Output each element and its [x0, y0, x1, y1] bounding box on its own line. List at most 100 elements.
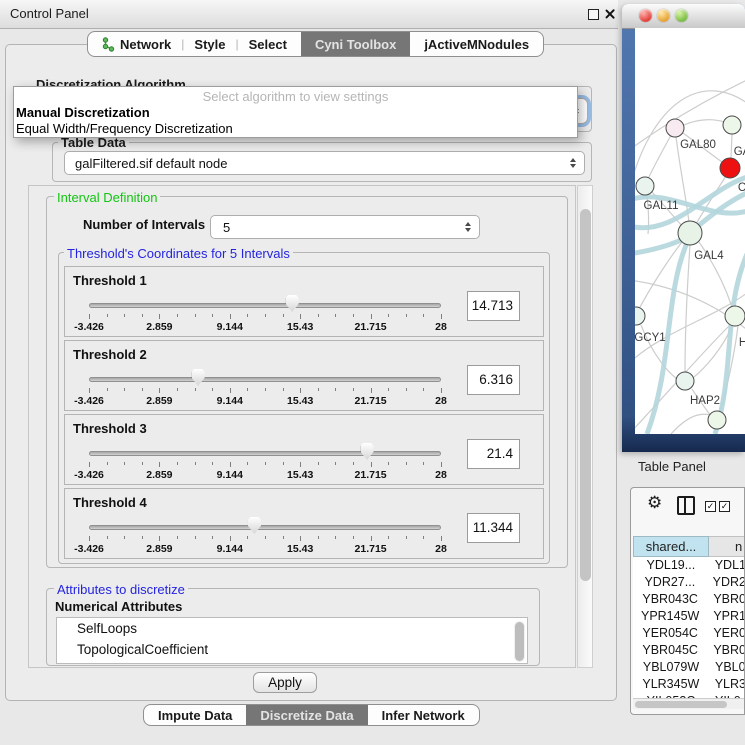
- close-icon[interactable]: [604, 8, 616, 20]
- tick-mark: [159, 462, 160, 467]
- tab-jactivemnodules[interactable]: jActiveMNodules: [410, 32, 543, 56]
- tick-mark: [388, 536, 389, 539]
- tick-mark: [371, 536, 372, 541]
- split-columns-icon[interactable]: [677, 496, 695, 515]
- minimize-traffic-light-icon[interactable]: [657, 9, 670, 22]
- apply-button[interactable]: Apply: [253, 672, 317, 693]
- threshold-value-field[interactable]: 11.344: [467, 513, 520, 543]
- network-node-hap2[interactable]: [676, 372, 694, 390]
- close-traffic-light-icon[interactable]: [639, 9, 652, 22]
- list-item[interactable]: BetweennessCentrality: [57, 660, 527, 664]
- tick-mark: [230, 388, 231, 393]
- table-panel-container: ⚙ ✓ ✓ shared... n YDL19...YDL1YDR27...YD…: [630, 487, 745, 715]
- network-view[interactable]: GAL80GACGAL11GAL4GCY1HHAP2: [635, 28, 745, 434]
- list-scrollbar[interactable]: [514, 621, 525, 662]
- tick-mark: [388, 388, 389, 391]
- numerical-attributes-list[interactable]: SelfLoopsTopologicalCoefficientBetweenne…: [56, 617, 528, 664]
- vertical-scrollbar[interactable]: [577, 185, 593, 668]
- tick-mark: [107, 388, 108, 391]
- tick-mark: [89, 462, 90, 467]
- threshold-value-field[interactable]: 21.4: [467, 439, 520, 469]
- checkbox-icon[interactable]: ✓: [705, 501, 716, 512]
- table-row[interactable]: YPR145WYPR1: [633, 608, 745, 625]
- scrollbar-thumb[interactable]: [635, 701, 727, 708]
- column-header-shared-name[interactable]: shared...: [633, 536, 709, 557]
- tick-mark: [318, 314, 319, 317]
- tab-impute-data[interactable]: Impute Data: [144, 705, 246, 725]
- cell-shared-name: YER054C: [633, 625, 707, 642]
- network-edge: [731, 134, 732, 158]
- tick-mark: [406, 462, 407, 465]
- network-node-gal4[interactable]: [678, 221, 702, 245]
- tick-mark: [177, 388, 178, 391]
- slider-thumb[interactable]: [192, 369, 205, 386]
- tab-network[interactable]: Network: [88, 32, 185, 56]
- network-node[interactable]: [708, 411, 726, 429]
- column-header-name[interactable]: n: [709, 536, 745, 557]
- tab-infer-network[interactable]: Infer Network: [368, 705, 479, 725]
- tick-mark: [230, 462, 231, 467]
- table-row[interactable]: YBL079WYBL0: [633, 659, 745, 676]
- tick-mark: [441, 536, 442, 541]
- network-node-gal11[interactable]: [636, 177, 654, 195]
- tick-mark: [318, 388, 319, 391]
- table-row[interactable]: YDR27...YDR2: [633, 574, 745, 591]
- tick-mark: [265, 314, 266, 317]
- tick-mark: [441, 314, 442, 319]
- tab-cyni-toolbox[interactable]: Cyni Toolbox: [301, 32, 410, 56]
- network-node-c[interactable]: [720, 158, 740, 178]
- float-panel-icon[interactable]: [588, 9, 599, 20]
- slider-track[interactable]: [89, 377, 441, 382]
- table-row[interactable]: YLR345WYLR3: [633, 676, 745, 693]
- slider-track[interactable]: [89, 303, 441, 308]
- dropdown-option[interactable]: Equal Width/Frequency Discretization: [14, 121, 577, 137]
- tick-mark: [283, 314, 284, 317]
- tick-mark: [265, 536, 266, 539]
- network-node-ga[interactable]: [723, 116, 741, 134]
- table-row[interactable]: YDL19...YDL1: [633, 557, 745, 574]
- scrollbar-thumb[interactable]: [515, 622, 524, 661]
- tab-label: Cyni Toolbox: [315, 37, 396, 52]
- slider-track[interactable]: [89, 451, 441, 456]
- horizontal-scrollbar[interactable]: [633, 698, 745, 709]
- network-node-gcy1[interactable]: [635, 307, 645, 325]
- tab-discretize-data[interactable]: Discretize Data: [246, 705, 367, 725]
- tick-mark: [247, 314, 248, 317]
- tab-style[interactable]: Style: [180, 32, 239, 56]
- slider-thumb[interactable]: [361, 443, 374, 460]
- network-node-gal80[interactable]: [666, 119, 684, 137]
- dropdown-option[interactable]: Manual Discretization: [14, 105, 577, 121]
- zoom-traffic-light-icon[interactable]: [675, 9, 688, 22]
- tick-mark: [371, 314, 372, 319]
- number-of-intervals-spinner[interactable]: 5: [210, 215, 480, 239]
- network-node-h[interactable]: [725, 306, 745, 326]
- tick-mark: [335, 462, 336, 465]
- list-item[interactable]: TopologicalCoefficient: [57, 639, 527, 660]
- tick-mark: [283, 388, 284, 391]
- tab-select[interactable]: Select: [235, 32, 301, 56]
- tick-mark: [371, 388, 372, 393]
- tick-mark: [89, 314, 90, 319]
- node-label: HAP2: [690, 395, 720, 407]
- tick-mark: [388, 314, 389, 317]
- slider-thumb[interactable]: [286, 295, 299, 312]
- tick-mark: [124, 388, 125, 391]
- checkbox-icon[interactable]: ✓: [719, 501, 730, 512]
- threshold-value-field[interactable]: 6.316: [467, 365, 520, 395]
- table-data-combobox[interactable]: galFiltered.sif default node: [64, 151, 585, 175]
- combo-arrows-icon: [570, 158, 576, 169]
- table-row[interactable]: YBR045CYBR0: [633, 642, 745, 659]
- table-row[interactable]: YBR043CYBR0: [633, 591, 745, 608]
- slider-track[interactable]: [89, 525, 441, 530]
- tick-mark: [212, 314, 213, 317]
- list-item[interactable]: SelfLoops: [57, 618, 527, 639]
- threshold-label: Threshold 1: [73, 273, 147, 288]
- scrollbar-thumb[interactable]: [580, 209, 591, 581]
- tick-label: 15.43: [287, 543, 313, 555]
- table-row[interactable]: YER054CYER0: [633, 625, 745, 642]
- gear-icon[interactable]: ⚙: [647, 494, 662, 511]
- tick-mark: [230, 314, 231, 319]
- network-window-titlebar[interactable]: [622, 4, 745, 29]
- threshold-value-field[interactable]: 14.713: [467, 291, 520, 321]
- slider-thumb[interactable]: [248, 517, 261, 534]
